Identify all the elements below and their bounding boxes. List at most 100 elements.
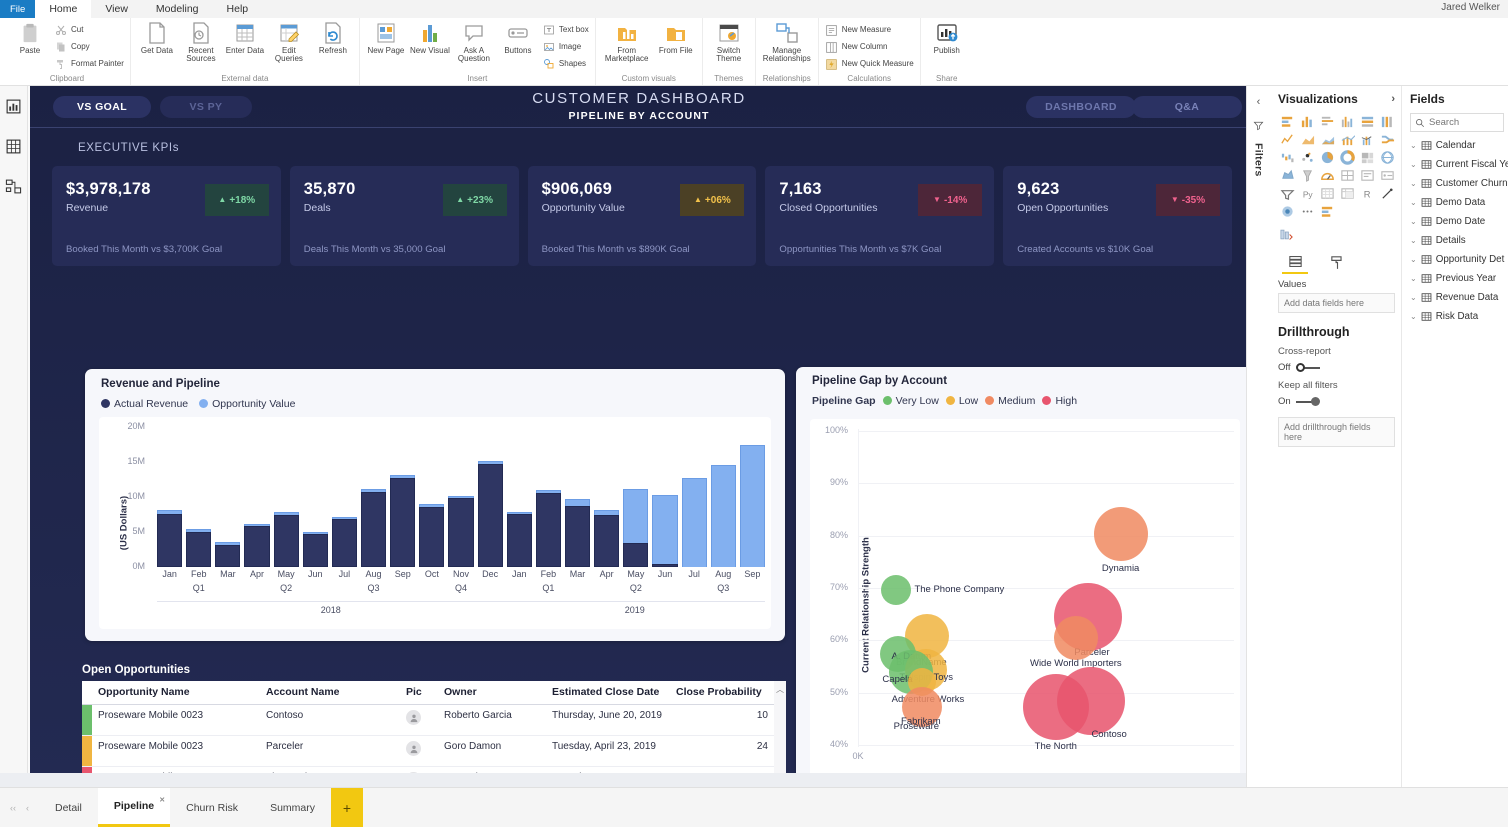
paste-button[interactable]: Paste [10, 20, 50, 55]
switch-theme-button[interactable]: Switch Theme [709, 20, 749, 64]
page-tab-detail[interactable]: Detail [39, 788, 98, 827]
filled-map-icon[interactable] [1278, 167, 1296, 183]
nav-button-qa[interactable]: Q&A [1132, 96, 1242, 118]
from-file-button[interactable]: From File [656, 20, 696, 55]
multi-row-card-icon[interactable] [1358, 167, 1376, 183]
kpi-card-revenue[interactable]: $3,978,178 Revenue ▲ +18% Booked This Mo… [52, 166, 281, 266]
field-table-item[interactable]: ⌄Risk Data [1410, 311, 1504, 322]
canvas-horizontal-scroll-area[interactable] [0, 773, 1270, 787]
bar-column[interactable] [215, 542, 240, 567]
tab-nav-arrows[interactable]: ‹‹ ‹ [0, 788, 39, 827]
col-header-estimated-close-date[interactable]: Estimated Close Date [546, 681, 670, 705]
bubble-point[interactable] [1054, 616, 1098, 660]
bar-column[interactable] [244, 524, 269, 567]
waterfall-chart-icon[interactable] [1278, 149, 1296, 165]
keep-all-filters-toggle-row[interactable]: On [1278, 396, 1395, 407]
bar-column[interactable] [390, 475, 415, 567]
get-more-visuals-button[interactable] [1278, 227, 1395, 242]
bar-column[interactable] [623, 489, 648, 567]
filters-pane-collapsed[interactable]: ‹ Filters [1246, 86, 1270, 787]
treemap-icon[interactable] [1358, 149, 1376, 165]
manage-relationships-button[interactable]: Manage Relationships [762, 20, 812, 64]
bar-column[interactable] [536, 490, 561, 567]
page-tab-summary[interactable]: Summary [254, 788, 331, 827]
new-measure-button[interactable]: New Measure [825, 23, 914, 37]
menu-item-file[interactable]: File [0, 0, 35, 18]
page-tab-churn-risk[interactable]: Churn Risk [170, 788, 254, 827]
bar-column[interactable] [274, 512, 299, 567]
revenue-pipeline-visual[interactable]: Revenue and Pipeline Actual Revenue Oppo… [85, 369, 785, 641]
cross-report-toggle-row[interactable]: Off [1278, 362, 1395, 373]
cut-button[interactable]: Cut [54, 23, 124, 37]
tab-nav-prev-icon[interactable]: ‹ [26, 803, 29, 813]
scroll-up-icon[interactable]: ︿ [776, 684, 784, 695]
chevron-down-icon[interactable]: ⌄ [1410, 179, 1417, 188]
col-header-close-probability[interactable]: Close Probability [670, 681, 776, 705]
100-stacked-bar-icon[interactable] [1358, 113, 1376, 129]
collapse-chevron-left-icon[interactable]: ‹ [1257, 96, 1261, 108]
values-dropzone[interactable]: Add data fields here [1278, 293, 1395, 313]
legend-item-opportunity-value[interactable]: Opportunity Value [199, 398, 295, 410]
new-column-button[interactable]: New Column [825, 40, 914, 54]
decomposition-tree-icon[interactable] [1278, 203, 1296, 219]
menu-item-help[interactable]: Help [213, 0, 263, 18]
gauge-icon[interactable] [1338, 167, 1356, 183]
area-chart-icon[interactable] [1298, 131, 1316, 147]
tab-nav-first-icon[interactable]: ‹‹ [10, 803, 16, 813]
chevron-down-icon[interactable]: ⌄ [1410, 274, 1417, 283]
legend-item-medium[interactable]: Medium [985, 395, 1035, 407]
chevron-down-icon[interactable]: ⌄ [1410, 255, 1417, 264]
field-table-item[interactable]: ⌄Details [1410, 235, 1504, 246]
copy-button[interactable]: Copy [54, 40, 124, 54]
stacked-area-chart-icon[interactable] [1318, 131, 1336, 147]
bubble-point[interactable] [1023, 674, 1089, 740]
kpi-card-closed-opportunities[interactable]: 7,163 Closed Opportunities ▼ -14% Opport… [765, 166, 994, 266]
publish-button[interactable]: Publish [927, 20, 967, 55]
chevron-down-icon[interactable]: ⌄ [1410, 141, 1417, 150]
chevron-down-icon[interactable]: ⌄ [1410, 217, 1417, 226]
bar-column[interactable] [652, 495, 677, 567]
field-table-item[interactable]: ⌄Customer Churn [1410, 178, 1504, 189]
stacked-bar-chart-icon[interactable] [1278, 113, 1296, 129]
add-page-button[interactable]: + [331, 788, 363, 827]
pipeline-gap-visual[interactable]: Pipeline Gap by Account Pipeline Gap Ver… [796, 367, 1254, 787]
col-header-account-name[interactable]: Account Name [260, 681, 400, 705]
shapes-button[interactable]: Shapes [542, 57, 589, 71]
new-visual-button[interactable]: New Visual [410, 20, 450, 55]
field-table-item[interactable]: ⌄Revenue Data [1410, 292, 1504, 303]
bar-column[interactable] [682, 478, 707, 567]
line-clustered-column-icon[interactable] [1358, 131, 1376, 147]
table-row[interactable]: Proseware Mobile 0023ContosoRoberto Garc… [82, 705, 776, 736]
field-table-item[interactable]: ⌄Previous Year [1410, 273, 1504, 284]
r-script-visual-icon[interactable] [1378, 185, 1396, 201]
enter-data-button[interactable]: Enter Data [225, 20, 265, 55]
ribbon-chart-icon[interactable] [1378, 131, 1396, 147]
recent-sources-button[interactable]: Recent Sources [181, 20, 221, 64]
100-stacked-column-icon[interactable] [1378, 113, 1396, 129]
close-icon[interactable]: ✕ [159, 796, 165, 804]
new-quick-measure-button[interactable]: New Quick Measure [825, 57, 914, 71]
table-grid-icon[interactable] [4, 136, 24, 156]
field-table-item[interactable]: ⌄Calendar [1410, 140, 1504, 151]
legend-item-actual-revenue[interactable]: Actual Revenue [101, 398, 188, 410]
chevron-down-icon[interactable]: ⌄ [1410, 236, 1417, 245]
line-chart-icon[interactable] [1278, 131, 1296, 147]
python-visual-icon[interactable] [1318, 185, 1336, 201]
text-box-button[interactable]: Text box [542, 23, 589, 37]
donut-chart-icon[interactable] [1338, 149, 1356, 165]
bar-column[interactable] [361, 489, 386, 567]
chevron-down-icon[interactable]: ⌄ [1410, 198, 1417, 207]
card-icon[interactable] [1378, 167, 1396, 183]
legend-item-low[interactable]: Low [946, 395, 978, 407]
format-painter-button[interactable]: Format Painter [54, 57, 124, 71]
more-options-icon[interactable] [1318, 203, 1336, 219]
matrix-icon[interactable]: R [1358, 185, 1376, 201]
bar-column[interactable] [303, 532, 328, 567]
menu-item-modeling[interactable]: Modeling [142, 0, 213, 18]
bar-column[interactable] [565, 499, 590, 567]
report-chart-icon[interactable] [4, 96, 24, 116]
field-table-item[interactable]: ⌄Demo Data [1410, 197, 1504, 208]
bar-column[interactable] [594, 510, 619, 567]
field-table-item[interactable]: ⌄Current Fiscal Ye [1410, 159, 1504, 170]
field-table-item[interactable]: ⌄Opportunity Det [1410, 254, 1504, 265]
